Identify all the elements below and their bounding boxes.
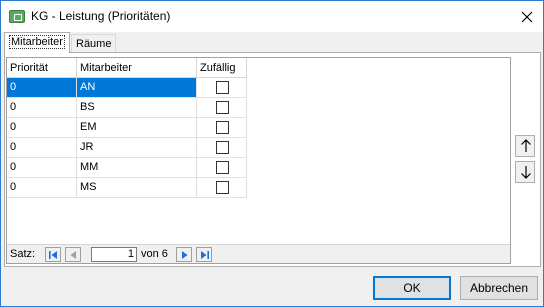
- arrow-up-icon: [521, 139, 531, 152]
- app-window-icon: [9, 10, 25, 23]
- random-checkbox[interactable]: [216, 121, 229, 134]
- tab-raeume[interactable]: Räume: [71, 34, 117, 53]
- table-row[interactable]: 0 BS: [7, 98, 247, 118]
- move-down-button[interactable]: [515, 161, 535, 183]
- record-navigator: Satz: 1 von 6: [7, 244, 510, 263]
- priority-cell[interactable]: 0: [7, 78, 77, 98]
- ok-button[interactable]: OK: [373, 276, 451, 300]
- record-label: Satz:: [10, 248, 36, 260]
- column-header-mitarbeiter[interactable]: Mitarbeiter: [77, 58, 197, 78]
- table-row[interactable]: 0 JR: [7, 138, 247, 158]
- window-title: KG - Leistung (Prioritäten): [31, 9, 171, 23]
- employee-cell[interactable]: MM: [77, 158, 197, 178]
- table-row[interactable]: 0 MM: [7, 158, 247, 178]
- close-icon: [521, 11, 533, 22]
- employee-cell[interactable]: EM: [77, 118, 197, 138]
- prev-record-button[interactable]: [65, 247, 81, 262]
- random-cell[interactable]: [197, 158, 247, 178]
- dialog-window: KG - Leistung (Prioritäten) Mitarbeiter …: [0, 0, 544, 307]
- cancel-button[interactable]: Abbrechen: [460, 276, 538, 300]
- employee-cell[interactable]: AN: [77, 78, 197, 98]
- first-record-icon: [49, 251, 57, 259]
- close-button[interactable]: [511, 1, 543, 32]
- random-cell[interactable]: [197, 178, 247, 198]
- priority-grid[interactable]: Priorität Mitarbeiter Zufällig 0 AN 0 BS…: [6, 57, 511, 264]
- random-checkbox[interactable]: [216, 161, 229, 174]
- table-row[interactable]: 0 MS: [7, 178, 247, 198]
- column-header-zufaellig[interactable]: Zufällig: [197, 58, 247, 78]
- arrow-down-icon: [521, 166, 531, 179]
- employee-cell[interactable]: MS: [77, 178, 197, 198]
- tab-mitarbeiter[interactable]: Mitarbeiter: [4, 32, 70, 53]
- random-checkbox[interactable]: [216, 81, 229, 94]
- random-cell[interactable]: [197, 138, 247, 158]
- record-position-input[interactable]: 1: [91, 247, 137, 262]
- table-row[interactable]: 0 AN: [7, 78, 247, 98]
- column-header-prioritaet[interactable]: Priorität: [7, 58, 77, 78]
- random-checkbox[interactable]: [216, 181, 229, 194]
- random-checkbox[interactable]: [216, 141, 229, 154]
- prev-record-icon: [70, 251, 76, 259]
- employee-cell[interactable]: BS: [77, 98, 197, 118]
- random-cell[interactable]: [197, 78, 247, 98]
- priority-cell[interactable]: 0: [7, 98, 77, 118]
- random-checkbox[interactable]: [216, 101, 229, 114]
- title-bar: KG - Leistung (Prioritäten): [1, 1, 543, 32]
- first-record-button[interactable]: [45, 247, 61, 262]
- priority-cell[interactable]: 0: [7, 178, 77, 198]
- priority-cell[interactable]: 0: [7, 118, 77, 138]
- last-record-icon: [201, 251, 209, 259]
- record-count-text: von 6: [141, 248, 168, 260]
- last-record-button[interactable]: [196, 247, 212, 262]
- tab-mitarbeiter-label: Mitarbeiter: [9, 35, 65, 49]
- employee-cell[interactable]: JR: [77, 138, 197, 158]
- random-cell[interactable]: [197, 98, 247, 118]
- move-up-button[interactable]: [515, 135, 535, 157]
- next-record-button[interactable]: [176, 247, 192, 262]
- priority-cell[interactable]: 0: [7, 138, 77, 158]
- priority-cell[interactable]: 0: [7, 158, 77, 178]
- table-row[interactable]: 0 EM: [7, 118, 247, 138]
- random-cell[interactable]: [197, 118, 247, 138]
- tab-raeume-label: Räume: [76, 38, 112, 50]
- grid-header: Priorität Mitarbeiter Zufällig: [7, 58, 247, 78]
- next-record-icon: [182, 251, 188, 259]
